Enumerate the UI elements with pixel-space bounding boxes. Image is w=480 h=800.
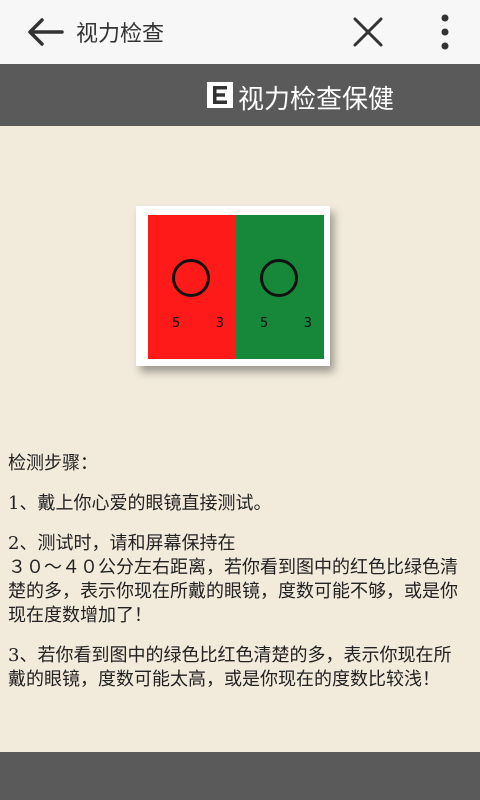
green-number-2: 3 <box>303 316 312 331</box>
green-number-1: 5 <box>260 316 269 331</box>
red-number-2: 3 <box>215 316 224 331</box>
color-test-card: 5 3 5 3 <box>136 206 330 366</box>
page-title: 视力检查 <box>76 22 165 47</box>
green-panel: 5 3 <box>236 215 324 359</box>
red-numbers: 5 3 <box>172 316 224 331</box>
instructions: 检测步骤： 1、戴上你心爱的眼镜直接测试。 2、测试时，请和屏幕保持在 ３０～４… <box>8 452 468 708</box>
circle-icon <box>260 259 298 297</box>
back-arrow-icon[interactable] <box>26 14 66 50</box>
banner-title: 视力检查保健 <box>238 85 395 115</box>
steps-heading: 检测步骤： <box>8 453 98 474</box>
step-3: 3、若你看到图中的绿色比红色清楚的多，表示你现在所戴的眼镜，度数可能太高，或是你… <box>8 645 452 690</box>
step-2: 2、测试时，请和屏幕保持在 ３０～４０公分左右距离，若你看到图中的红色比绿色清楚… <box>8 533 458 626</box>
close-icon[interactable] <box>350 14 386 50</box>
step-1: 1、戴上你心爱的眼镜直接测试。 <box>8 493 272 514</box>
green-numbers: 5 3 <box>260 316 312 331</box>
bottom-bar <box>0 752 480 800</box>
e-logo-icon: E <box>207 82 233 108</box>
more-vertical-icon[interactable] <box>430 10 460 54</box>
red-number-1: 5 <box>172 316 181 331</box>
top-bar: 视力检查 <box>0 0 480 65</box>
circle-icon <box>172 259 210 297</box>
red-panel: 5 3 <box>148 215 236 359</box>
